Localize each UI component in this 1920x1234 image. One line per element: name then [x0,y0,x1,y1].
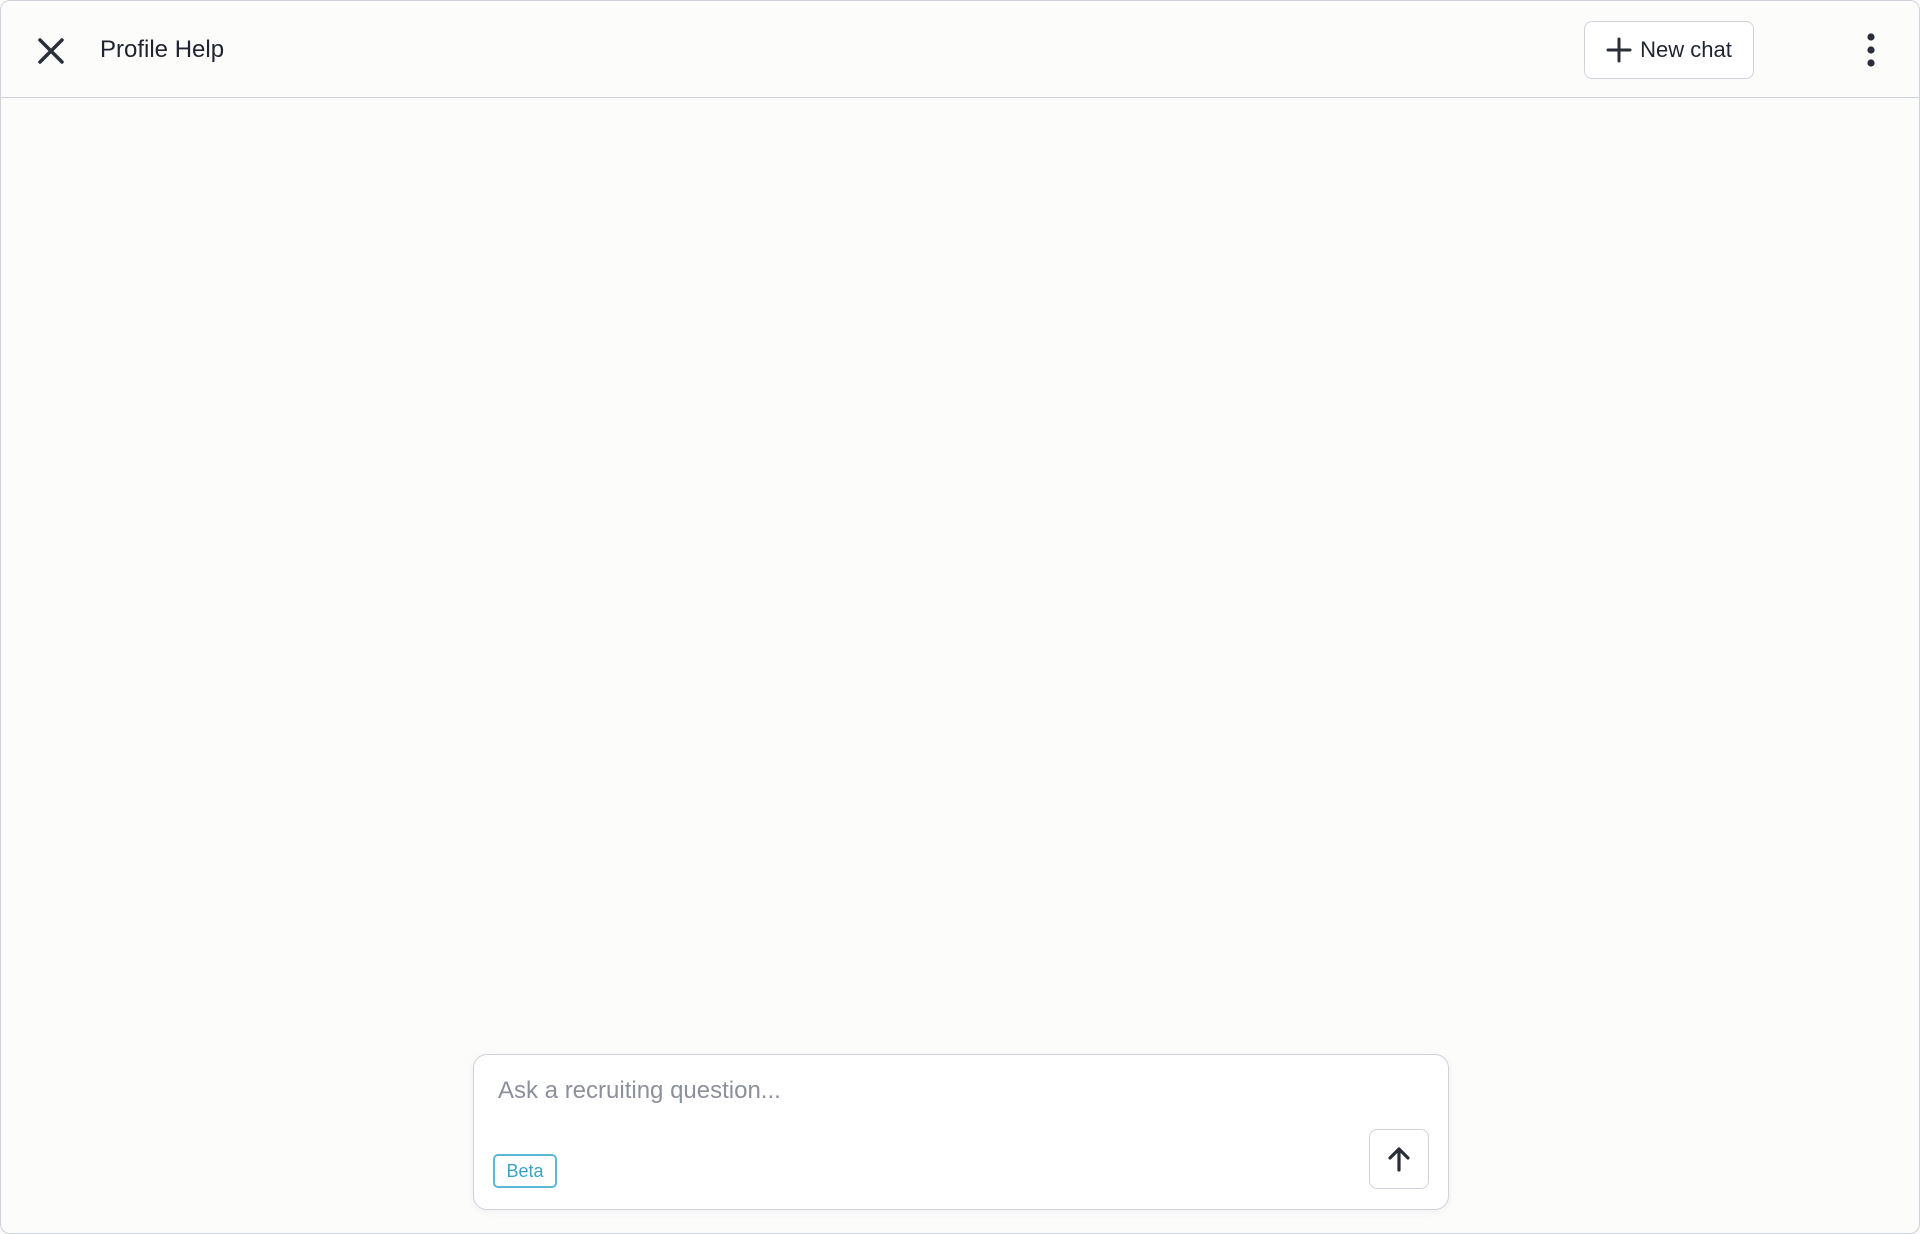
send-button[interactable] [1369,1129,1429,1189]
close-icon [38,38,64,64]
new-chat-label: New chat [1640,37,1732,62]
plus-icon [1606,37,1632,63]
arrow-up-icon [1388,1147,1410,1172]
close-button[interactable] [29,29,73,73]
more-options-button[interactable] [1851,27,1891,73]
message-input[interactable] [498,1077,1398,1117]
new-chat-button[interactable]: New chat [1584,21,1754,79]
message-composer: Beta [473,1054,1449,1210]
page-title: Profile Help [100,36,225,63]
panel-header: Profile Help New chat [1,1,1919,98]
chat-panel: Profile Help New chat Beta [0,0,1920,1234]
beta-badge: Beta [493,1154,557,1188]
more-vertical-icon [1867,33,1875,67]
